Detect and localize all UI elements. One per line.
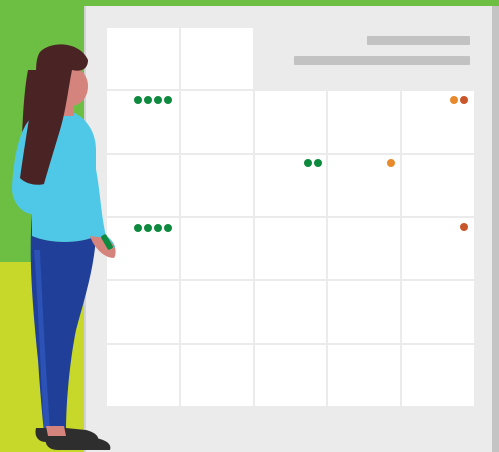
ankle-skin	[46, 426, 66, 436]
calendar-illustration	[0, 0, 499, 452]
shoe-front	[45, 436, 111, 450]
woman-with-marker-icon	[12, 44, 116, 450]
